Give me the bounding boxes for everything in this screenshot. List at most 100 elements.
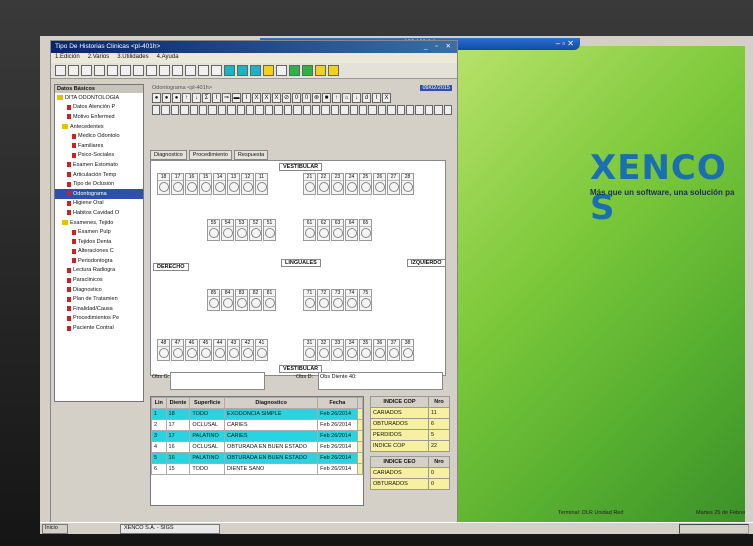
tooth[interactable]: 72	[317, 289, 330, 311]
tooth[interactable]: 22	[317, 173, 330, 195]
symbol-button[interactable]: ●	[152, 93, 161, 103]
obs-g-field[interactable]	[170, 372, 265, 390]
tooth[interactable]: 62	[317, 219, 330, 241]
menu-item-ayuda[interactable]: 4.Ayuda	[157, 54, 179, 62]
tooth[interactable]: 24	[345, 173, 358, 195]
toolbar-button[interactable]	[172, 65, 183, 76]
tooth[interactable]: 73	[331, 289, 344, 311]
tooth[interactable]: 28	[401, 173, 414, 195]
symbol-slot[interactable]	[349, 105, 358, 115]
tooth[interactable]: 41	[255, 339, 268, 361]
toolbar-button[interactable]	[185, 65, 196, 76]
symbol-button[interactable]: ↓	[192, 93, 201, 103]
tooth[interactable]: 43	[227, 339, 240, 361]
symbol-slot[interactable]	[208, 105, 217, 115]
symbol-slot[interactable]	[161, 105, 170, 115]
symbol-button[interactable]: ▬	[232, 93, 241, 103]
toolbar-button[interactable]	[68, 65, 79, 76]
symbol-button[interactable]: ⇒	[222, 93, 231, 103]
taskbar-app-button[interactable]: XENCO S.A. - SIGS	[120, 524, 220, 534]
odontogram-date[interactable]: 09/02/2015	[420, 85, 452, 91]
tooth[interactable]: 38	[401, 339, 414, 361]
tooth[interactable]: 33	[331, 339, 344, 361]
row-action-icon[interactable]	[356, 419, 363, 431]
tab-respuesta[interactable]: Respuesta	[233, 150, 269, 160]
symbol-slot[interactable]	[340, 105, 349, 115]
tree-item[interactable]: Psico-Sociales	[55, 151, 143, 161]
tree-item[interactable]: Procedimientos Pe	[55, 314, 143, 324]
toolbar-button[interactable]	[146, 65, 157, 76]
tree-item[interactable]: Paraclinicos	[55, 275, 143, 285]
symbol-button[interactable]: X	[262, 93, 271, 103]
symbol-slot[interactable]	[264, 105, 274, 115]
toolbar-button[interactable]	[107, 65, 118, 76]
toolbar-button[interactable]	[276, 65, 287, 76]
tooth[interactable]: 85	[207, 289, 220, 311]
symbol-slot[interactable]	[358, 105, 368, 115]
tree-item[interactable]: Paciente Contral	[55, 323, 143, 333]
row-action-icon[interactable]	[356, 441, 363, 453]
symbol-button[interactable]: ⊘	[282, 93, 291, 103]
symbol-slot[interactable]	[321, 105, 330, 115]
symbol-button[interactable]: I	[212, 93, 221, 103]
tooth[interactable]: 54	[221, 219, 234, 241]
start-button[interactable]: Inicio	[42, 524, 68, 534]
tooth[interactable]: 63	[331, 219, 344, 241]
row-action-icon[interactable]	[356, 408, 363, 420]
symbol-button[interactable]: X	[272, 93, 281, 103]
symbol-slot[interactable]	[302, 105, 311, 115]
toolbar-button[interactable]	[198, 65, 209, 76]
symbol-button[interactable]: X	[382, 93, 391, 103]
symbol-slot[interactable]	[255, 105, 264, 115]
symbol-button[interactable]: X	[252, 93, 261, 103]
symbol-slot[interactable]	[293, 105, 302, 115]
symbol-slot[interactable]	[405, 105, 415, 115]
table-row[interactable]: 6 15 TODO DIENTE SANO Feb 26/2014	[151, 463, 363, 475]
symbol-slot[interactable]	[415, 105, 424, 115]
tab-procedimiento[interactable]: Procedimiento	[188, 150, 232, 160]
table-row[interactable]: 5 16 PALATINO OBTURADA EN BUEN ESTADO Feb 26…	[151, 452, 363, 464]
toolbar-button[interactable]	[289, 65, 300, 76]
menu-item-edicion[interactable]: 1.Edición	[55, 54, 80, 62]
symbol-button[interactable]: 0	[302, 93, 311, 103]
tooth[interactable]: 27	[387, 173, 400, 195]
symbol-slot[interactable]	[227, 105, 236, 115]
toolbar-button[interactable]	[263, 65, 274, 76]
symbol-slot[interactable]	[387, 105, 396, 115]
tree-item[interactable]: Motivo Enfermed	[55, 112, 143, 122]
tooth[interactable]: 34	[345, 339, 358, 361]
tooth[interactable]: 18	[157, 173, 170, 195]
tooth[interactable]: 84	[221, 289, 234, 311]
tab-diagnostico[interactable]: Diagnostico	[150, 150, 187, 160]
menu-item-utilidades[interactable]: 3.Utilidades	[117, 54, 148, 62]
tree-item[interactable]: Medico Odontolo	[55, 131, 143, 141]
symbol-button[interactable]: I	[372, 93, 381, 103]
toolbar-button[interactable]	[94, 65, 105, 76]
tree-item[interactable]: Examen Estomato	[55, 160, 143, 170]
tooth[interactable]: 61	[303, 219, 316, 241]
tooth[interactable]: 21	[303, 173, 316, 195]
tree-item[interactable]: Familiares	[55, 141, 143, 151]
tooth[interactable]: 31	[303, 339, 316, 361]
toolbar-button[interactable]	[224, 65, 235, 76]
symbol-slot[interactable]	[274, 105, 283, 115]
symbol-slot[interactable]	[283, 105, 293, 115]
tooth[interactable]: 37	[387, 339, 400, 361]
tree-item[interactable]: Examen Pulp	[55, 227, 143, 237]
tooth[interactable]: 75	[359, 289, 372, 311]
symbol-slot[interactable]	[236, 105, 246, 115]
symbol-slot[interactable]	[443, 105, 452, 115]
menu-item-varios[interactable]: 2.Varios	[88, 54, 110, 62]
tooth[interactable]: 45	[199, 339, 212, 361]
tooth[interactable]: 65	[359, 219, 372, 241]
tooth[interactable]: 52	[249, 219, 262, 241]
tree-item[interactable]: Datos Atención P	[55, 103, 143, 113]
symbol-slot[interactable]	[199, 105, 208, 115]
tooth[interactable]: 17	[171, 173, 184, 195]
tree-item[interactable]: Antecedentes	[55, 122, 143, 132]
tooth[interactable]: 11	[255, 173, 268, 195]
tooth[interactable]: 25	[359, 173, 372, 195]
tooth[interactable]: 82	[249, 289, 262, 311]
tooth[interactable]: 14	[213, 173, 226, 195]
tooth[interactable]: 36	[373, 339, 386, 361]
